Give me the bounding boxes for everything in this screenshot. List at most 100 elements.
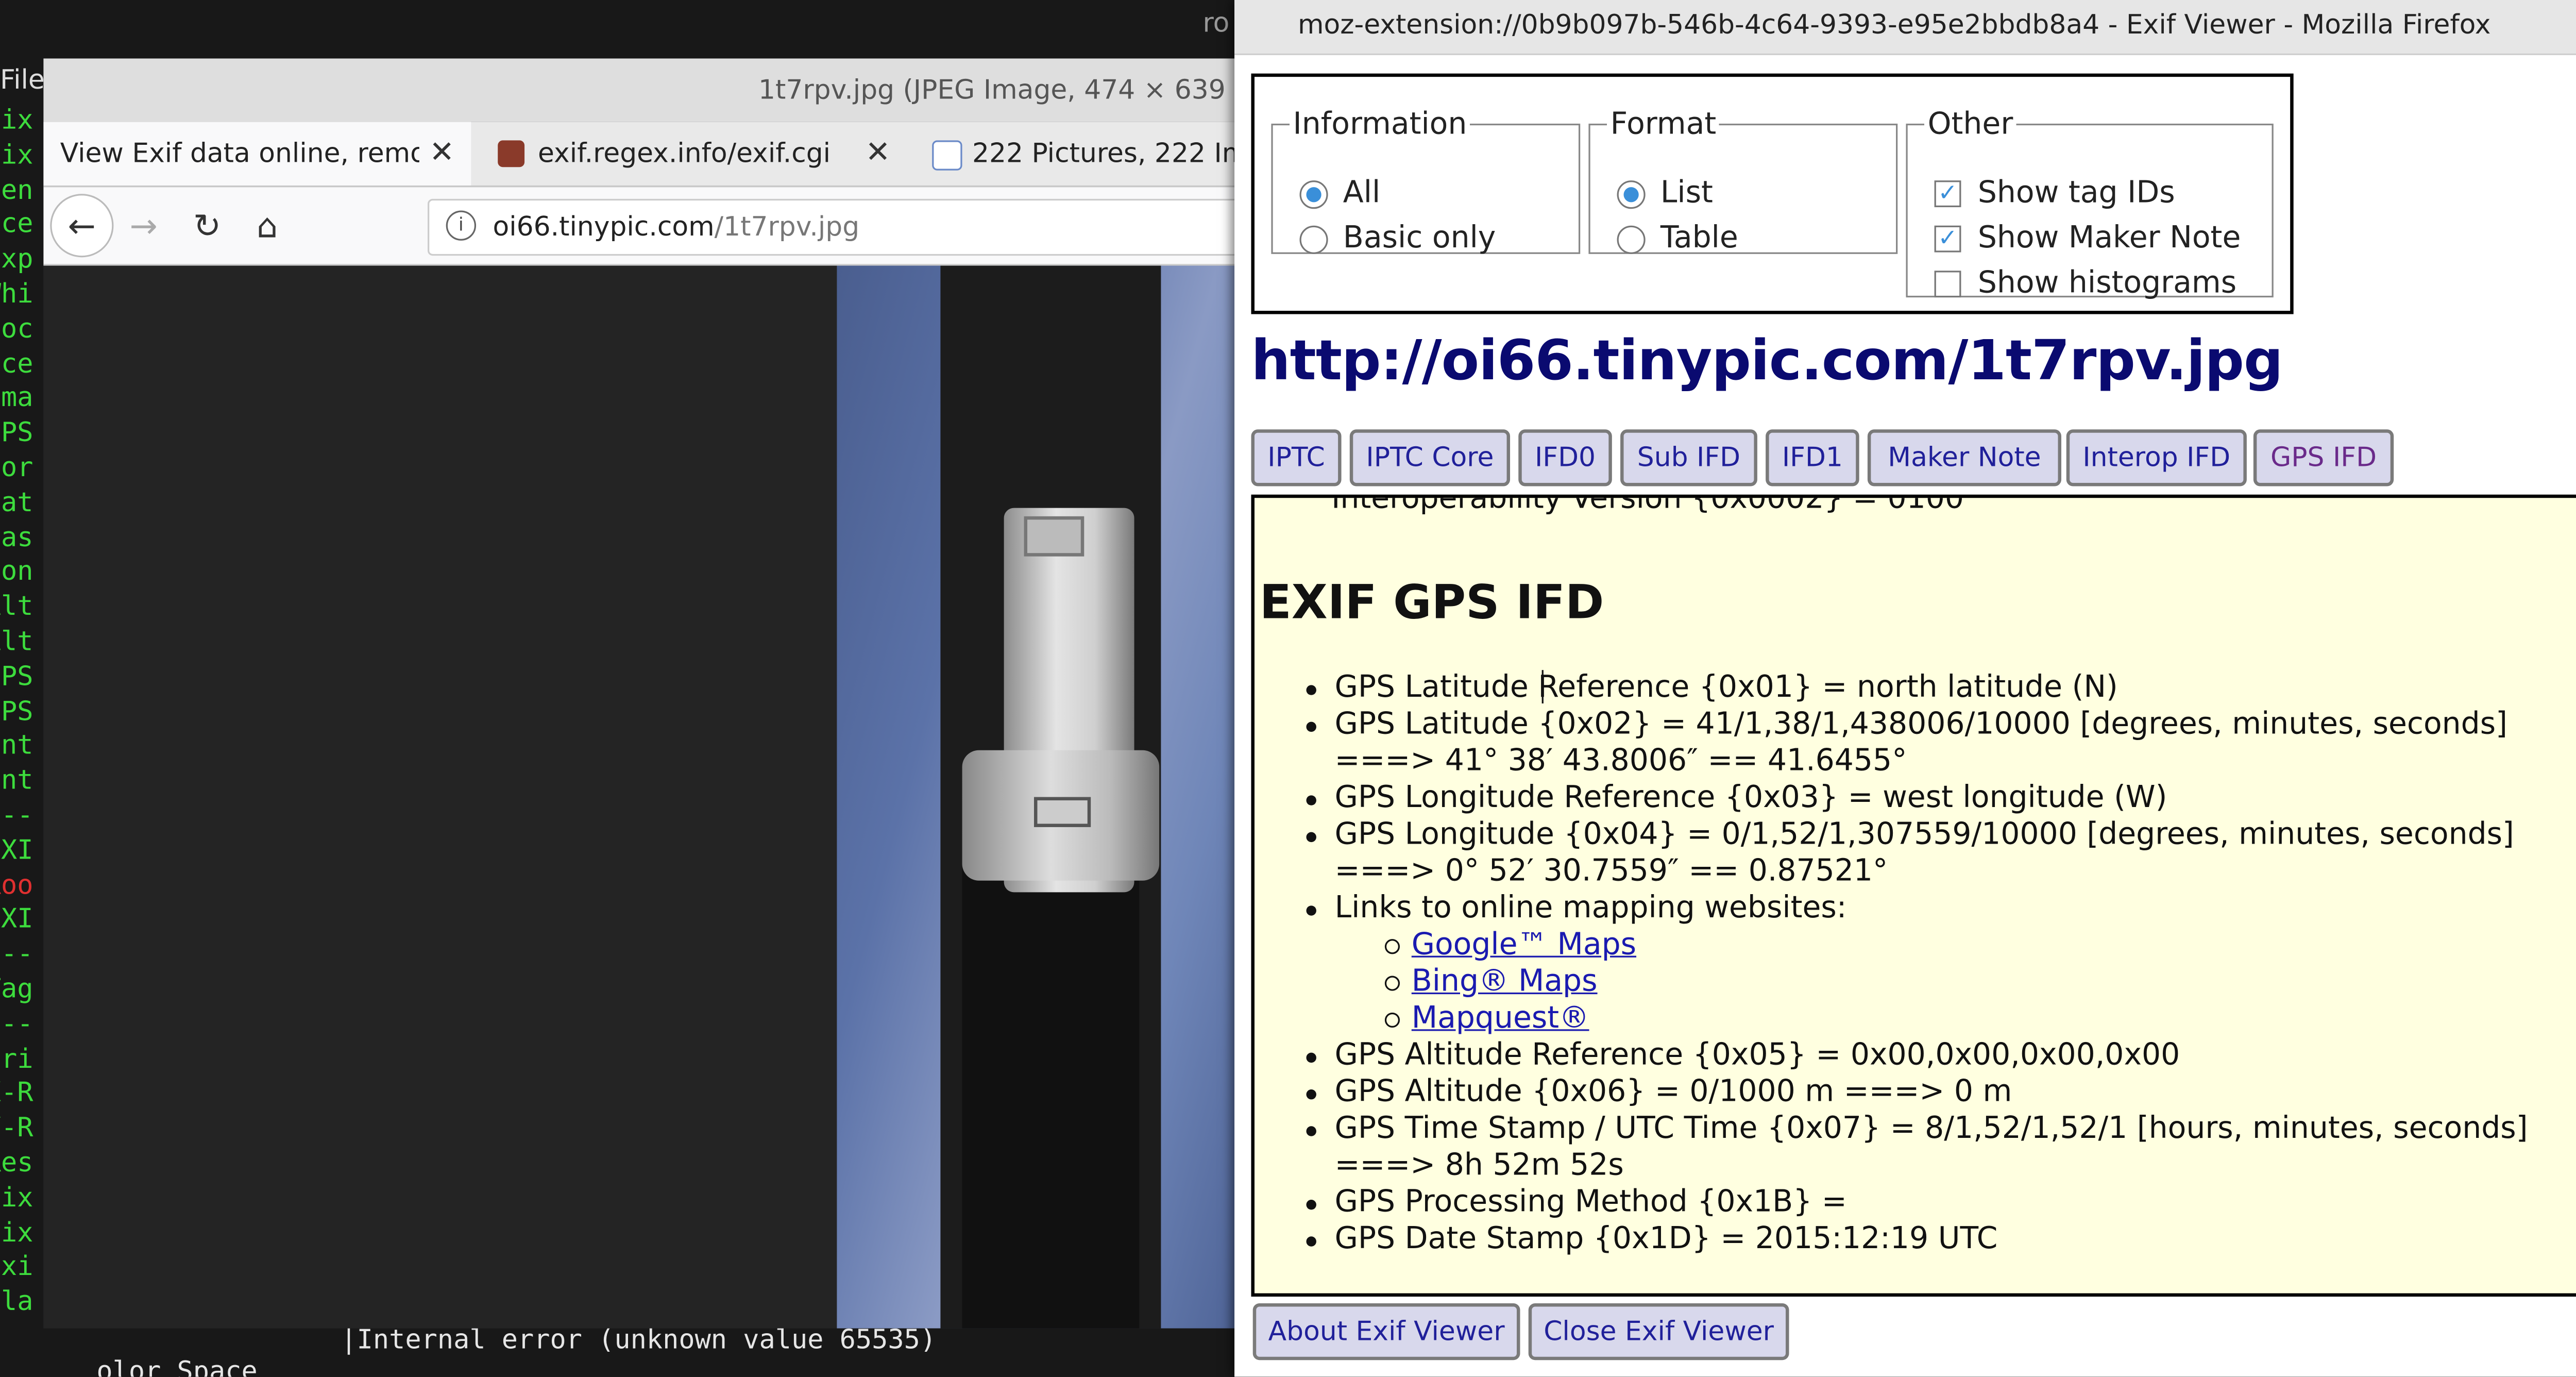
bullet-icon	[1306, 1199, 1316, 1210]
radio-selected-icon[interactable]	[1617, 180, 1646, 209]
terminal-line: Whi	[0, 277, 33, 309]
tab-close-icon[interactable]: ✕	[866, 136, 891, 171]
tab-ifd0[interactable]: IFD0	[1518, 429, 1612, 486]
terminal-line: Pix	[0, 1216, 33, 1248]
entry-date-stamp: GPS Date Stamp {0x1D} = 2015:12:19 UTC	[1334, 1221, 1998, 1257]
tab-ifd1[interactable]: IFD1	[1766, 429, 1859, 486]
tab-exif-regex[interactable]: exif.regex.info/exif.cgi ✕	[481, 122, 909, 186]
terminal-line: Pix	[0, 138, 33, 171]
terminal-line: ---	[0, 798, 33, 831]
link-mapquest[interactable]: Mapquest®	[1412, 1001, 1589, 1037]
buckle-hole-shape	[1033, 797, 1091, 827]
reload-icon[interactable]: ↻	[177, 195, 238, 256]
other-legend: Other	[1927, 107, 2013, 142]
checkbox-checked-icon[interactable]: ✓	[1934, 225, 1961, 253]
terminal-line: GPS	[0, 694, 33, 727]
tab-interop-ifd[interactable]: Interop IFD	[2066, 429, 2247, 486]
format-legend: Format	[1610, 107, 1717, 142]
tab-iptc[interactable]: IPTC	[1251, 429, 1342, 486]
terminal-line: Alt	[0, 625, 33, 657]
entry-lat-converted: ===> 41° 38′ 43.8006″ == 41.6455°	[1334, 743, 1907, 779]
entry-lon-converted: ===> 0° 52′ 30.7559″ == 0.87521°	[1334, 853, 1888, 889]
tab-222-pictures[interactable]: 222 Pictures, 222 Ima	[919, 122, 1246, 186]
terminal-line: Sce	[0, 208, 33, 240]
site-info-icon[interactable]: i	[446, 210, 477, 241]
forward-arrow-icon[interactable]: →	[113, 195, 174, 256]
bullet-icon	[1306, 795, 1316, 805]
link-bing-maps[interactable]: Bing® Maps	[1412, 964, 1598, 1001]
url-text: oi66.tinypic.com/1t7rpv.jpg	[493, 210, 860, 243]
firefox-background-window: 1t7rpv.jpg (JPEG Image, 474 × 639 pix Vi…	[43, 58, 1246, 1329]
sub-bullet-icon	[1384, 976, 1400, 991]
terminal-field-label: olor Space	[96, 1355, 258, 1377]
entry-lon-ref: GPS Longitude Reference {0x03} = west lo…	[1334, 780, 2167, 816]
entry-alt: GPS Altitude {0x06} = 0/1000 m ===> 0 m	[1334, 1074, 2012, 1110]
entry-lat: GPS Latitude {0x02} = 41/1,38/1,438006/1…	[1334, 707, 2507, 742]
exif-content-panel: Interoperability Version {0x0002} = 0100…	[1251, 494, 2576, 1297]
firefox-bg-titlebar: 1t7rpv.jpg (JPEG Image, 474 × 639 pix	[43, 58, 1246, 122]
radio-selected-icon[interactable]	[1299, 180, 1328, 209]
url-bar[interactable]: i oi66.tinypic.com/1t7rpv.jpg	[428, 198, 1246, 256]
information-legend: Information	[1293, 107, 1467, 142]
terminal-line: EXI	[0, 903, 33, 935]
terminal-line: X-R	[0, 1077, 33, 1109]
back-arrow-icon[interactable]: ←	[50, 194, 114, 258]
tab-label: 222 Pictures, 222 Ima	[972, 137, 1246, 169]
desktop: File PixPixSenSceExpWhiFocSceImaGPSNorLa…	[0, 0, 2576, 1377]
radio-label: Table	[1660, 220, 1738, 256]
tab-close-icon[interactable]: ✕	[429, 136, 454, 171]
terminal-line: Ima	[0, 381, 33, 414]
window-title: moz-extension://0b9b097b-546b-4c64-9393-…	[1298, 8, 2491, 40]
entry-alt-ref: GPS Altitude Reference {0x05} = 0x00,0x0…	[1334, 1037, 2180, 1073]
bullet-icon	[1306, 1052, 1316, 1063]
link-google-maps[interactable]: Google™ Maps	[1412, 927, 1636, 964]
tab-gps-ifd[interactable]: GPS IFD	[2253, 429, 2394, 486]
information-fieldset: Information All Basic only	[1271, 107, 1581, 256]
terminal-line: GPS	[0, 416, 33, 448]
terminal-line: ---	[0, 1007, 33, 1039]
checkbox-label: Show histograms	[1977, 265, 2237, 301]
close-exif-viewer-button[interactable]: Close Exif Viewer	[1528, 1303, 1789, 1361]
buckle-top-shape	[1024, 516, 1084, 557]
tab-view-exif-online[interactable]: View Exif data online, remov ✕	[43, 122, 471, 186]
terminal-menu-file[interactable]: File	[0, 63, 45, 95]
bullet-icon	[1306, 1126, 1316, 1136]
terminal-line: Lon	[0, 555, 33, 587]
firefox-bg-title: 1t7rpv.jpg (JPEG Image, 474 × 639 pix	[758, 73, 1246, 106]
partial-window-text: ro	[1202, 6, 1230, 39]
entry-lat-ref: GPS Latitude Reference {0x01} = north la…	[1334, 670, 2118, 706]
tab-sub-ifd[interactable]: Sub IFD	[1620, 429, 1757, 486]
radio-label: Basic only	[1343, 220, 1496, 256]
terminal-line: Res	[0, 1146, 33, 1178]
other-fieldset: Other ✓ Show tag IDs ✓ Show Maker Note Sho…	[1906, 107, 2274, 301]
terminal-line: Ori	[0, 1042, 33, 1074]
tab-maker-note[interactable]: Maker Note	[1867, 429, 2061, 486]
terminal-line: Tag	[0, 972, 33, 1004]
home-icon[interactable]: ⌂	[237, 195, 297, 256]
format-fieldset: Format List Table	[1588, 107, 1898, 256]
radio-icon[interactable]	[1299, 225, 1328, 254]
entry-timestamp: GPS Time Stamp / UTC Time {0x07} = 8/1,5…	[1334, 1111, 2528, 1147]
radio-icon[interactable]	[1617, 225, 1646, 254]
checkbox-label: Show tag IDs	[1977, 175, 2175, 211]
checkbox-icon[interactable]	[1934, 271, 1961, 298]
tab-favicon-icon	[498, 140, 525, 167]
entry-timestamp-converted: ===> 8h 52m 52s	[1334, 1148, 1624, 1183]
terminal-line: Nor	[0, 451, 33, 483]
about-exif-viewer-button[interactable]: About Exif Viewer	[1252, 1303, 1520, 1361]
entry-processing-method: GPS Processing Method {0x1B} =	[1334, 1184, 1847, 1220]
image-viewer	[43, 265, 1246, 1329]
checkbox-label: Show Maker Note	[1977, 220, 2241, 256]
image-url-heading: http://oi66.tinypic.com/1t7rpv.jpg	[1251, 327, 2283, 393]
terminal-line: ---	[0, 937, 33, 970]
tab-iptc-core[interactable]: IPTC Core	[1349, 429, 1511, 486]
terminal-line: Foc	[0, 312, 33, 344]
firefox-bg-tabstrip: View Exif data online, remov ✕ exif.rege…	[43, 122, 1246, 188]
firefox-bg-navbar: ← → ↻ ⌂ i oi66.tinypic.com/1t7rpv.jpg	[43, 187, 1246, 266]
bullet-icon	[1306, 905, 1316, 916]
checkbox-checked-icon[interactable]: ✓	[1934, 180, 1961, 208]
bullet-icon	[1306, 685, 1316, 695]
terminal-line: Sce	[0, 347, 33, 379]
watch-strap-photo	[837, 265, 1246, 1329]
terminal-line: Lat	[0, 485, 33, 518]
